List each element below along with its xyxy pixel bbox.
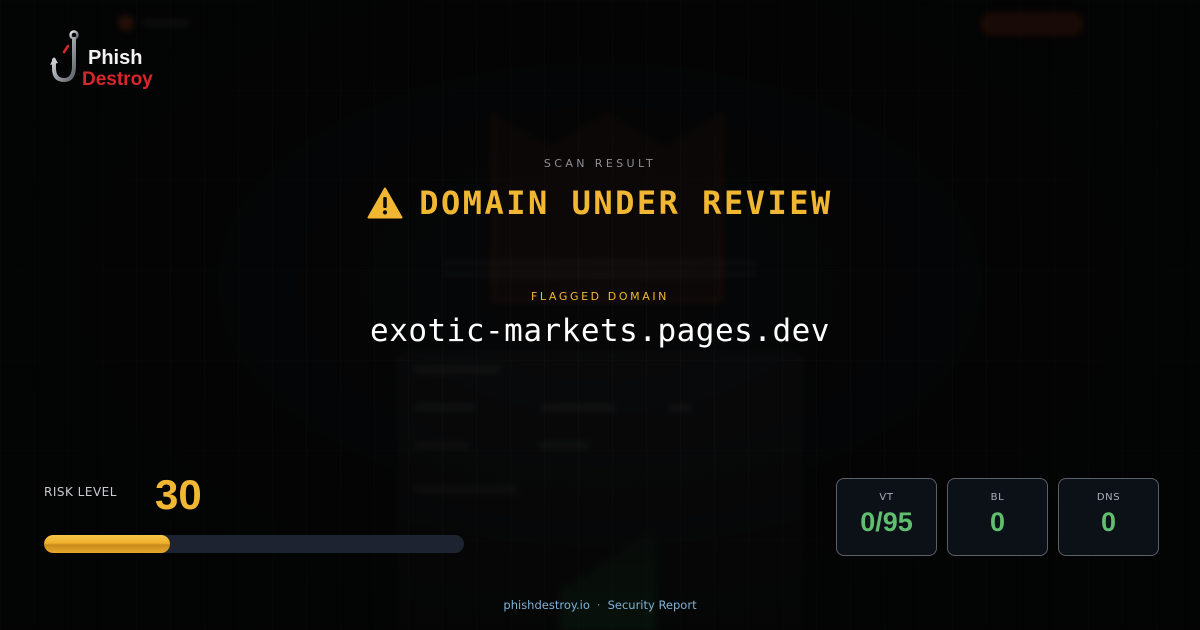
risk-level-bar: [44, 535, 464, 553]
risk-level-value: 30: [155, 471, 202, 518]
flagged-domain: exotic-markets.pages.dev: [370, 313, 830, 349]
footer-site-link[interactable]: phishdestroy.io: [503, 598, 590, 612]
logo-text-destroy: Destroy: [82, 69, 153, 90]
stat-card-bl: BL 0: [947, 478, 1048, 556]
stat-label: VT: [879, 492, 894, 503]
status-heading: DOMAIN UNDER REVIEW: [0, 184, 1200, 222]
stat-value: 0/95: [860, 507, 913, 537]
stat-cards: VT 0/95 BL 0 DNS 0: [836, 478, 1159, 556]
flagged-domain-label: FLAGGED DOMAIN: [530, 290, 670, 303]
footer-separator: ·: [596, 598, 601, 612]
stat-card-dns: DNS 0: [1058, 478, 1159, 556]
warning-triangle-icon: [367, 187, 403, 219]
scan-result-label: SCAN RESULT: [543, 157, 657, 170]
stat-value: 0: [1100, 507, 1117, 537]
stat-label: BL: [990, 492, 1005, 503]
footer: phishdestroy.io · Security Report: [0, 598, 1200, 612]
stat-card-vt: VT 0/95: [836, 478, 937, 556]
fish-hook-icon: [50, 30, 79, 83]
stat-value: 0: [989, 507, 1006, 537]
status-text: DOMAIN UNDER REVIEW: [419, 184, 833, 222]
risk-level-bar-fill: [44, 535, 170, 553]
risk-level-label: RISK LEVEL: [44, 485, 117, 499]
logo-text-phish: Phish: [88, 47, 143, 69]
stat-label: DNS: [1096, 492, 1121, 503]
phishdestroy-logo: Phish Destroy: [50, 30, 170, 92]
footer-report-label: Security Report: [607, 598, 697, 612]
